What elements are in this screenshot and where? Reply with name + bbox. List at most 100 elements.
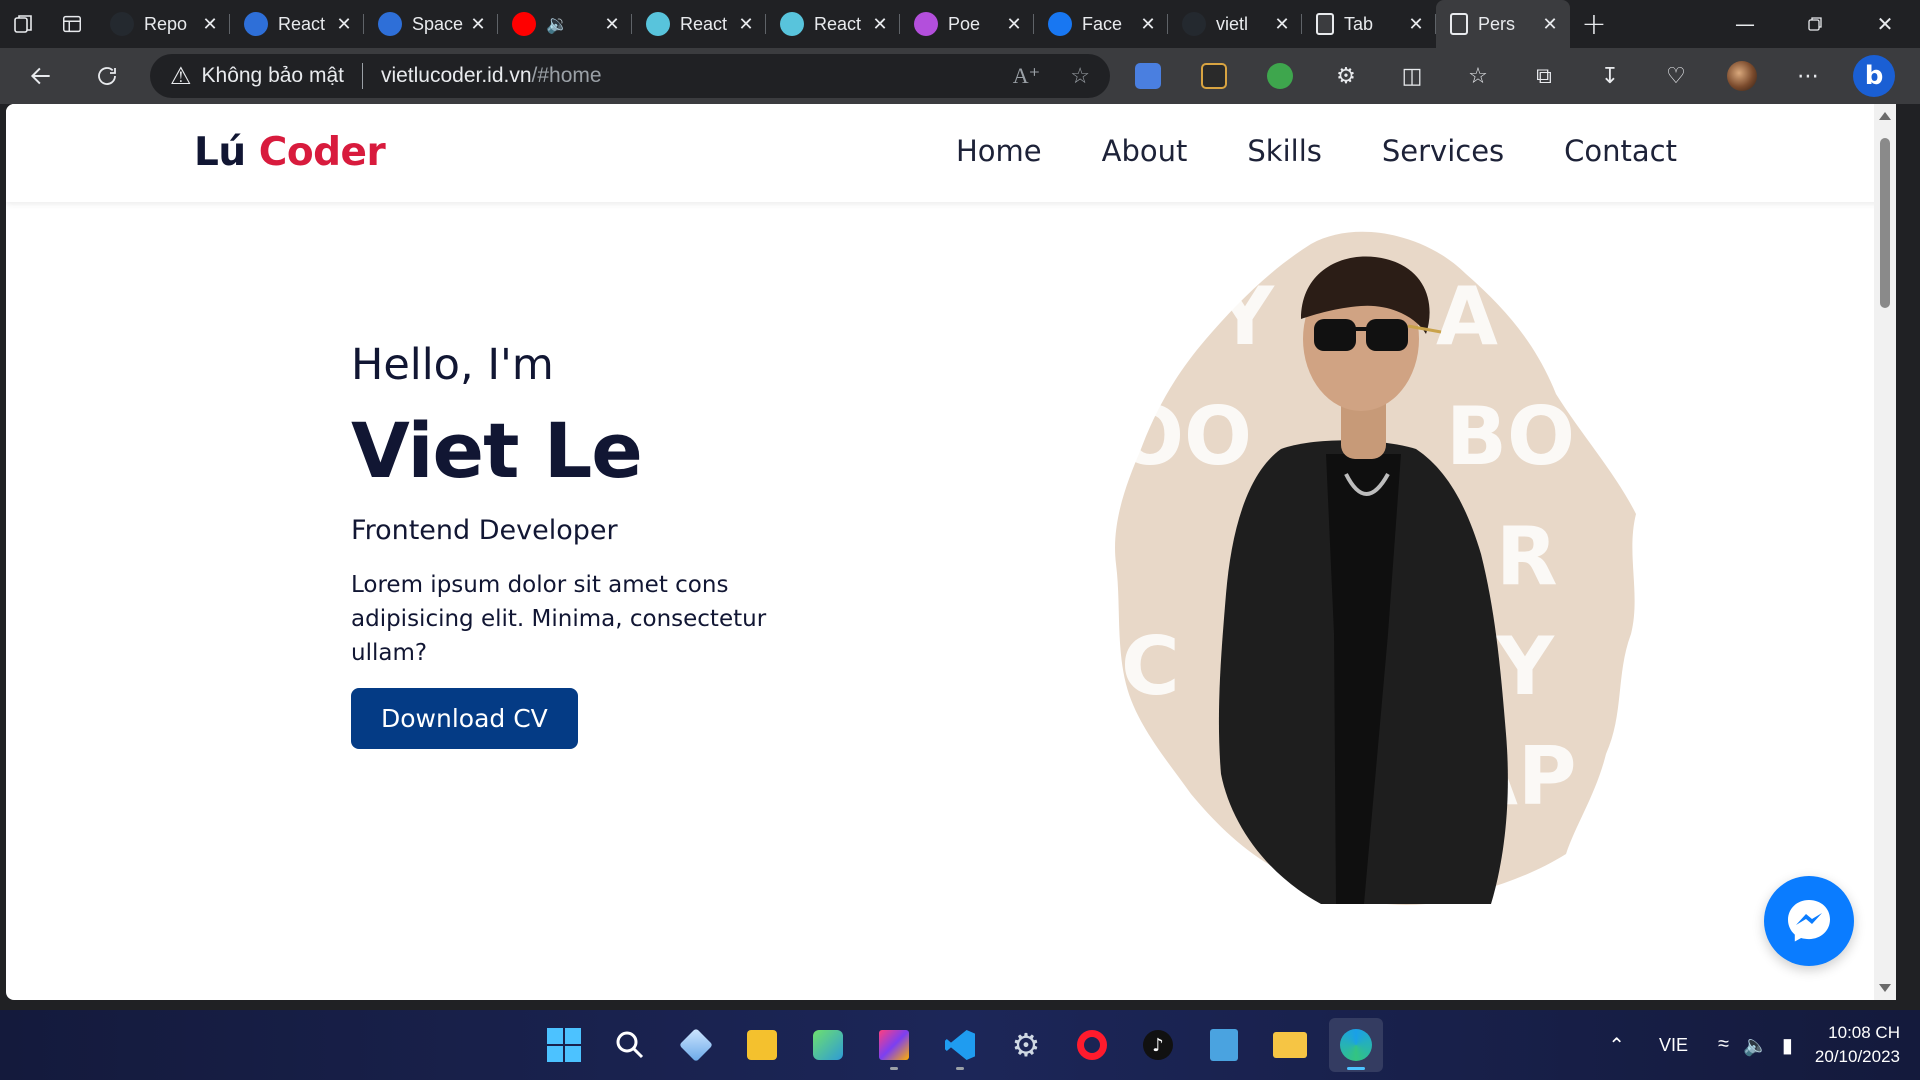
security-label[interactable]: Không bảo mật [202,64,344,88]
browser-tab[interactable]: Repo ✕ [96,0,230,48]
tab-title: Poe [948,13,981,34]
taskbar-app-intellij[interactable] [867,1018,921,1072]
close-window-button[interactable]: ✕ [1850,0,1920,48]
taskbar-app-opera[interactable] [1065,1018,1119,1072]
snip-icon [747,1030,777,1060]
refresh-button[interactable] [74,48,140,104]
tab-close-button[interactable]: ✕ [1138,14,1158,35]
scroll-down-arrow-icon[interactable] [1879,984,1891,992]
sunglasses-left [1314,319,1356,351]
more-menu-icon[interactable]: ⋯ [1775,48,1841,104]
url-path[interactable]: /#home [532,64,602,88]
restore-button[interactable] [1780,0,1850,48]
start-button[interactable] [537,1018,591,1072]
downloads-icon[interactable]: ↧ [1577,48,1643,104]
browser-tab[interactable]: Poe ✕ [900,0,1034,48]
extensions-bar: ⚙ ◫ ☆ ⧉ ↧ ♡ ⋯ b [1115,48,1907,104]
tab-close-button[interactable]: ✕ [602,14,622,35]
tab-close-button[interactable]: ✕ [736,14,756,35]
favorites-icon[interactable]: ☆ [1445,48,1511,104]
minimize-button[interactable]: — [1710,0,1780,48]
youtube-icon [512,12,536,36]
battery-icon: ▮ [1781,1034,1793,1057]
browser-tab[interactable]: React ✕ [632,0,766,48]
browser-tab[interactable]: Pers ✕ [1436,0,1570,48]
messenger-chat-button[interactable] [1764,876,1854,966]
tab-close-button[interactable]: ✕ [468,14,488,35]
read-aloud-icon[interactable]: A⁺ [1013,63,1041,89]
taskbar-app-notepad[interactable] [1197,1018,1251,1072]
quick-settings[interactable]: ≈ 🔈 ▮ [1718,1033,1793,1058]
search-button[interactable] [603,1018,657,1072]
nav-about[interactable]: About [1102,134,1188,168]
translate-extension-icon[interactable] [1115,48,1181,104]
site-logo[interactable]: Lú Coder [194,130,386,175]
wifi-icon: ≈ [1718,1032,1729,1055]
taskbar-app-tiktok[interactable]: ♪ [1131,1018,1185,1072]
cube-icon [679,1028,713,1062]
sunglasses-right [1366,319,1408,351]
tab-title: Tab [1344,13,1374,34]
browser-tab[interactable]: 🔉 ✕ [498,0,632,48]
hero-role: Frontend Developer [351,515,618,546]
window-controls: — ✕ [1710,0,1920,48]
taskbar-app-snipping[interactable] [735,1018,789,1072]
favorite-star-icon[interactable]: ☆ [1070,63,1090,89]
speaker-icon[interactable]: 🔉 [546,14,568,35]
logo-part2: Coder [258,130,386,175]
nav-skills[interactable]: Skills [1247,134,1321,168]
tab-close-button[interactable]: ✕ [334,14,354,35]
nav-contact[interactable]: Contact [1564,134,1677,168]
tab-actions-icon[interactable] [48,0,96,48]
input-language[interactable]: VIE [1659,1035,1688,1056]
url-host[interactable]: vietlucoder.id.vn [381,64,532,88]
extensions-puzzle-icon[interactable]: ⚙ [1313,48,1379,104]
facebook-icon [1048,12,1072,36]
taskbar-app-file-explorer[interactable] [1263,1018,1317,1072]
tab-title: Space [412,13,464,34]
tab-close-button[interactable]: ✕ [870,14,890,35]
scroll-thumb[interactable] [1880,138,1890,308]
volume-icon: 🔈 [1742,1034,1768,1057]
taskbar-app-3d-viewer[interactable] [669,1018,723,1072]
back-button[interactable] [8,48,74,104]
download-cv-button[interactable]: Download CV [351,688,578,749]
hero-portrait-image: Y A OO BO R C Y AP [1115,231,1636,905]
taskbar-app-box[interactable] [801,1018,855,1072]
edge-icon [1340,1029,1372,1061]
extension-icon[interactable] [1247,48,1313,104]
extension-icon[interactable] [1181,48,1247,104]
tab-close-button[interactable]: ✕ [200,14,220,35]
browser-tab[interactable]: Space ✕ [364,0,498,48]
nav-home[interactable]: Home [956,134,1042,168]
show-hidden-icons-chevron-icon[interactable]: ⌃ [1608,1033,1625,1058]
taskbar-app-edge[interactable] [1329,1018,1383,1072]
split-screen-icon[interactable]: ◫ [1379,48,1445,104]
profile-avatar[interactable] [1709,48,1775,104]
page-scrollbar[interactable] [1874,104,1896,1000]
browser-tab[interactable]: vietl ✕ [1168,0,1302,48]
not-secure-warning-icon[interactable]: ⚠ [170,62,192,91]
tab-strip: Repo ✕ React ✕ Space ✕ 🔉 ✕ React ✕ React ✕ Poe ✕ Face ✕… [0,0,1920,48]
tab-title: Face [1082,13,1123,34]
scroll-up-arrow-icon[interactable] [1879,112,1891,120]
tab-close-button[interactable]: ✕ [1406,14,1426,35]
taskbar-app-settings[interactable]: ⚙ [999,1018,1053,1072]
system-clock[interactable]: 10:08 CH 20/10/2023 [1815,1021,1900,1069]
browser-tab[interactable]: Face ✕ [1034,0,1168,48]
nav-services[interactable]: Services [1382,134,1504,168]
browser-essentials-icon[interactable]: ♡ [1643,48,1709,104]
collections-icon[interactable]: ⧉ [1511,48,1577,104]
address-bar[interactable]: ⚠ Không bảo mật vietlucoder.id.vn/#home … [150,54,1110,98]
taskbar-app-vscode[interactable] [933,1018,987,1072]
tab-title: Pers [1478,13,1516,34]
tab-close-button[interactable]: ✕ [1272,14,1292,35]
browser-tab[interactable]: React ✕ [766,0,900,48]
tab-close-button[interactable]: ✕ [1004,14,1024,35]
browser-tab[interactable]: React ✕ [230,0,364,48]
browser-tab[interactable]: Tab ✕ [1302,0,1436,48]
tab-close-button[interactable]: ✕ [1540,14,1560,35]
new-tab-button[interactable]: + [1570,0,1618,48]
bing-copilot-icon[interactable]: b [1841,48,1907,104]
workspaces-icon[interactable] [0,0,48,48]
